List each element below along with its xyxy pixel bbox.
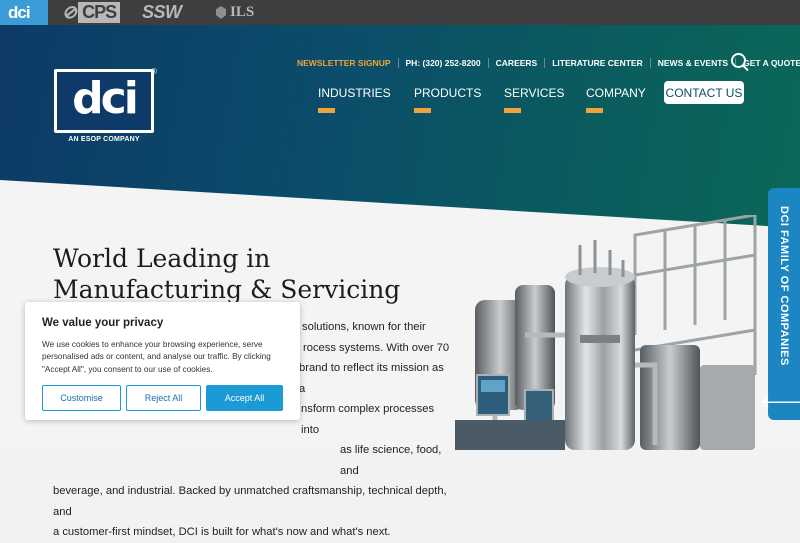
logo-tagline: AN ESOP COMPANY [68, 136, 140, 143]
utility-nav: NEWSLETTER SIGNUP PH: (320) 252-8200 CAR… [297, 58, 800, 68]
family-tab-label: DCI FAMILY OF COMPANIES [778, 205, 790, 366]
headline-line: Manufacturing & Servicing [53, 275, 401, 304]
paragraph-line: as life science, food, and [340, 444, 442, 477]
brand-bar: dci ⊘ CPS SSW ILS [0, 0, 800, 25]
headline-line: World Leading in [53, 244, 271, 273]
nav-company-label: COMPANY [586, 86, 646, 100]
reject-all-button[interactable]: Reject All [126, 385, 201, 411]
careers-link[interactable]: CAREERS [487, 58, 545, 68]
nav-indicator [504, 108, 521, 113]
brand-ils-link[interactable]: ILS [216, 2, 254, 23]
accept-all-button[interactable]: Accept All [206, 385, 283, 411]
nav-services[interactable]: SERVICES [504, 86, 564, 113]
nav-products-label: PRODUCTS [414, 86, 482, 100]
cookie-consent-dialog: We value your privacy We use cookies to … [25, 302, 300, 420]
brand-ssw-link[interactable]: SSW [142, 2, 182, 23]
nav-indicator [414, 108, 431, 113]
registered-mark: ® [151, 67, 157, 76]
arrow-left-icon[interactable]: 🡐 [760, 390, 800, 414]
hero-headline: World Leading in Manufacturing & Servici… [53, 243, 400, 305]
contact-us-button[interactable]: CONTACT US [664, 81, 744, 104]
family-tab-label-wrap: DCI FAMILY OF COMPANIES [768, 188, 800, 383]
paragraph-line: beverage, and industrial. Backed by unma… [53, 485, 447, 518]
nav-company[interactable]: COMPANY [586, 86, 646, 113]
nav-products[interactable]: PRODUCTS [414, 86, 481, 113]
news-events-link[interactable]: NEWS & EVENTS [649, 58, 735, 68]
nav-industries-label: INDUSTRIES [318, 86, 391, 100]
logo-text: dci [72, 73, 139, 124]
brand-dci-link[interactable]: dci [8, 2, 31, 23]
nav-indicator [586, 108, 603, 113]
paragraph-line: a customer-first mindset, DCI is built f… [53, 526, 391, 538]
literature-center-link[interactable]: LITERATURE CENTER [544, 58, 650, 68]
bioreactor-image [455, 215, 757, 450]
phone-link[interactable]: PH: (320) 252-8200 [397, 58, 488, 68]
nav-industries[interactable]: INDUSTRIES [318, 86, 391, 113]
nav-services-label: SERVICES [504, 86, 565, 100]
newsletter-signup-link[interactable]: NEWSLETTER SIGNUP [297, 58, 398, 68]
dci-logo[interactable]: dci ® AN ESOP COMPANY [54, 67, 157, 143]
cookie-title: We value your privacy [42, 317, 164, 329]
cookie-body: We use cookies to enhance your browsing … [42, 340, 271, 374]
logo-box: dci [54, 69, 154, 133]
nav-indicator [318, 108, 335, 113]
search-icon[interactable] [731, 53, 746, 68]
shield-icon [216, 6, 226, 19]
brand-cps-link[interactable]: ⊘ CPS [62, 2, 121, 23]
customise-button[interactable]: Customise [42, 385, 121, 411]
family-of-companies-tab[interactable]: DCI FAMILY OF COMPANIES 🡐 [760, 188, 800, 420]
